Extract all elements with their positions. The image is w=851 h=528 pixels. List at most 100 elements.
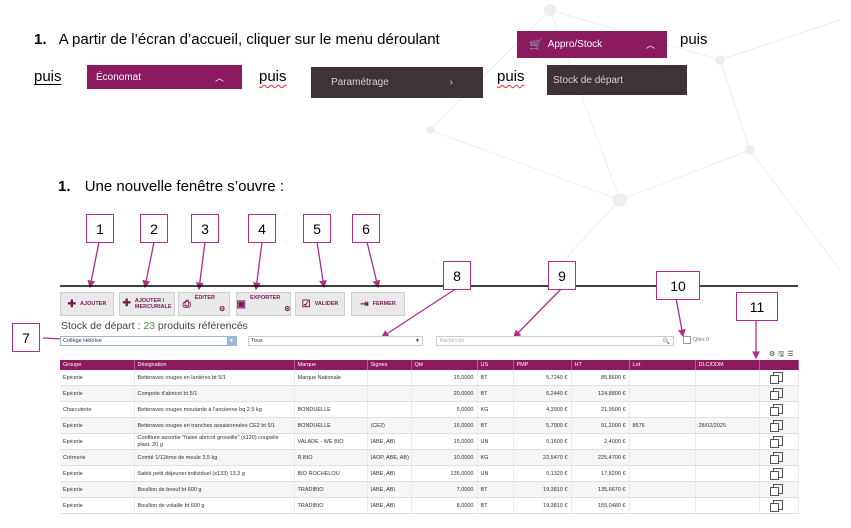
table-cell — [695, 385, 760, 402]
column-header[interactable]: Lot — [629, 360, 696, 370]
column-header[interactable]: Désignation — [134, 360, 295, 370]
table-cell: Epicerie — [60, 481, 135, 498]
table-row[interactable]: Epicerie Confiture assortie "fraise abric… — [60, 433, 799, 450]
column-header[interactable]: Signes — [367, 360, 412, 370]
column-header[interactable]: DLC/DDM — [695, 360, 760, 370]
table-cell: Betteraves rouges en lanières bt 5/1 — [134, 370, 295, 386]
copy-icon[interactable] — [769, 467, 783, 480]
dropdown-arrow-icon: ▼ — [415, 338, 420, 344]
table-cell — [695, 497, 760, 514]
table-row[interactable]: Charcuterie Betteraves rouges moutarde à … — [60, 401, 799, 418]
table-cell: 21,9500 € — [571, 401, 630, 418]
table-cell — [294, 385, 368, 402]
row-actions — [759, 401, 799, 418]
callout-2: 2 — [140, 214, 168, 243]
callout-9: 9 — [548, 261, 576, 290]
ajouter-mercuriale-label-2: MERCURIALE — [134, 304, 172, 310]
table-cell — [629, 385, 696, 402]
copy-icon[interactable] — [769, 451, 783, 464]
valider-button[interactable]: ☑ VALIDER — [295, 292, 345, 316]
ajouter-mercuriale-button[interactable]: ✚ AJOUTER / MERCURIALE — [119, 292, 175, 316]
plus-icon: ✚ — [122, 298, 131, 309]
qtes-zero-checkbox[interactable] — [683, 336, 691, 344]
copy-icon[interactable] — [769, 419, 783, 432]
table-cell: BT — [477, 481, 514, 498]
table-cell: KG — [477, 449, 514, 466]
table-cell — [629, 433, 696, 450]
table-cell: (ABE, AB) — [367, 481, 412, 498]
ajouter-button[interactable]: ✚ AJOUTER — [60, 292, 114, 316]
table-cell — [695, 481, 760, 498]
copy-icon[interactable] — [769, 387, 783, 400]
row-actions — [759, 417, 799, 434]
table-cell: BT — [477, 370, 514, 386]
table-cell: (CE2) — [367, 417, 412, 434]
search-input[interactable]: Recherche 🔍 — [436, 336, 674, 346]
table-row[interactable]: Epicerie Betteraves rouges en tranches as… — [60, 417, 799, 434]
site-select[interactable]: Collège Héloïse ▼ — [60, 336, 237, 346]
table-cell: Epicerie — [60, 497, 135, 514]
product-count: 23 — [143, 320, 155, 332]
table-cell: 22,5470 € — [513, 449, 572, 466]
printer-icon: ⎙ — [182, 298, 191, 310]
table-cell: Charcuterie — [60, 401, 135, 418]
table-cell: Epicerie — [60, 385, 135, 402]
table-cell: 15,0000 — [411, 370, 478, 386]
row-actions — [759, 481, 799, 498]
fermer-button[interactable]: ⇥ FERMER — [351, 292, 405, 316]
table-cell: 19,3810 € — [513, 497, 572, 514]
table-cell: 8576 — [629, 417, 696, 434]
dropdown-arrow-icon: ▼ — [227, 337, 236, 345]
column-header[interactable] — [759, 360, 799, 370]
column-header[interactable]: PMP — [513, 360, 572, 370]
editer-label: ÉDITER — [194, 295, 215, 301]
column-header[interactable]: Qté — [411, 360, 478, 370]
table-row[interactable]: Epicerie Sablé petit déjeuner individuel … — [60, 465, 799, 482]
qtes-zero-filter[interactable]: Qtés 0 — [683, 336, 709, 344]
row-actions — [759, 497, 799, 514]
table-cell: 16,0000 — [411, 417, 478, 434]
table-header-row: Groupe Désignation Marque Signes Qté US PMP HT L… — [60, 360, 799, 370]
table-cell: Comté 1/12ème de meule 3,5 kg — [134, 449, 295, 466]
column-header[interactable]: HT — [571, 360, 630, 370]
copy-icon[interactable] — [769, 435, 783, 448]
search-icon: 🔍 — [662, 338, 670, 345]
table-cell: 155,0480 € — [571, 497, 630, 514]
table-cell: UN — [477, 433, 514, 450]
column-header[interactable]: Marque — [294, 360, 368, 370]
copy-icon[interactable] — [769, 483, 783, 496]
table-cell: Bouillon de volaille bt 600 g — [134, 497, 295, 514]
table-cell — [367, 385, 412, 402]
table-cell: 135,0000 — [411, 465, 478, 482]
table-cell — [367, 401, 412, 418]
copy-icon[interactable] — [769, 371, 783, 384]
gear-icon: ⚙ — [218, 306, 226, 313]
group-select[interactable]: Tous ▼ — [248, 336, 423, 346]
title-prefix: Stock de départ : — [61, 320, 144, 332]
column-header[interactable]: Groupe — [60, 360, 135, 370]
copy-icon[interactable] — [769, 403, 783, 416]
title-suffix: produits référencés — [155, 320, 248, 332]
column-header[interactable]: US — [477, 360, 514, 370]
table-row[interactable]: Epicerie Betteraves rouges en lanières bt… — [60, 370, 799, 386]
editer-button[interactable]: ⎙ ÉDITER ⚙ — [178, 292, 230, 316]
exporter-button[interactable]: ▣ EXPORTER ⚙ — [236, 292, 291, 316]
plus-icon: ✚ — [67, 298, 77, 310]
table-row[interactable]: Epicerie Bouillon de boeuf bt 600 g TRADIB… — [60, 481, 799, 498]
table-cell: BT — [477, 497, 514, 514]
table-cell — [367, 370, 412, 386]
table-cell: VALADE - WE BIO — [294, 433, 368, 450]
table-cell: (ABE, AB) — [367, 497, 412, 514]
table-cell: UN — [477, 465, 514, 482]
table-row[interactable]: Epicerie Bouillon de volaille bt 600 g TRA… — [60, 497, 799, 514]
table-cell — [629, 481, 696, 498]
table-cell: (ABE, AB) — [367, 465, 412, 482]
table-cell: 4,3900 € — [513, 401, 572, 418]
table-cell: 28/02/2025 — [695, 417, 760, 434]
table-row[interactable]: Crémerie Comté 1/12ème de meule 3,5 kg R.B… — [60, 449, 799, 466]
copy-icon[interactable] — [769, 499, 783, 512]
excel-icon: ▣ — [236, 298, 246, 310]
table-row[interactable]: Epicerie Compote d'abricot bt 5/1 20,0000 B… — [60, 385, 799, 402]
table-cell: 19,3810 € — [513, 481, 572, 498]
callout-3: 3 — [191, 214, 219, 243]
